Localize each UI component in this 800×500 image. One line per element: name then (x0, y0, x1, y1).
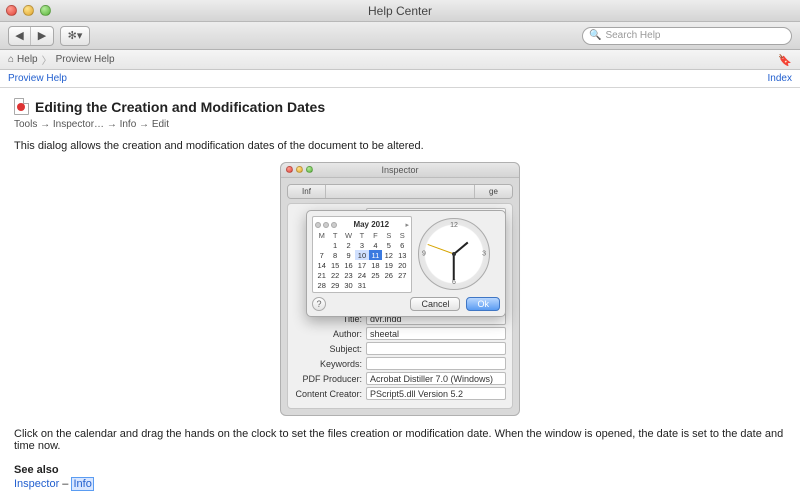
link-index[interactable]: Index (768, 73, 792, 84)
page-heading-text: Editing the Creation and Modification Da… (35, 99, 325, 115)
label-author: Author: (294, 329, 366, 339)
search-field[interactable]: 🔍 (582, 27, 792, 45)
calendar-next-icon[interactable]: ▸ (405, 221, 409, 229)
nav-buttons: ◀ ▶ (8, 26, 54, 46)
forward-button[interactable]: ▶ (31, 27, 53, 45)
app-icon (14, 98, 29, 115)
chevron-left-icon: ◀ (15, 29, 23, 42)
analog-clock[interactable]: 12 3 6 9 (418, 218, 490, 290)
bookmark-icon[interactable]: 🔖 (778, 54, 792, 67)
label-pdf-producer: PDF Producer: (294, 374, 366, 384)
see-also-heading: See also (14, 464, 786, 476)
page-heading: Editing the Creation and Modification Da… (14, 98, 786, 115)
toolbar: ◀ ▶ ✻▾ 🔍 (0, 22, 800, 50)
cancel-button[interactable]: Cancel (410, 297, 460, 311)
tab-image: ge (475, 185, 512, 198)
calendar[interactable]: May 2012 ▸ M T W T F (312, 216, 412, 293)
zoom-icon (306, 166, 313, 173)
link-inspector[interactable]: Inspector (14, 478, 59, 490)
calendar-month-label: May 2012 (353, 219, 389, 230)
tab-info: Inf (288, 185, 326, 198)
date-time-picker: May 2012 ▸ M T W T F (306, 210, 506, 317)
field-pdf-producer: Acrobat Distiller 7.0 (Windows) (366, 372, 506, 385)
clock-minute-hand[interactable] (453, 254, 455, 280)
search-icon: 🔍 (589, 30, 601, 41)
label-keywords: Keywords: (294, 359, 366, 369)
breadcrumb-item-proview[interactable]: Proview Help (56, 54, 115, 65)
content-area: Editing the Creation and Modification Da… (0, 88, 800, 500)
action-menu-button[interactable]: ✻▾ (60, 26, 90, 46)
ok-button[interactable]: Ok (466, 297, 500, 311)
page-linkbar: Proview Help Index (0, 70, 800, 88)
field-author[interactable]: sheetal (366, 327, 506, 340)
tab-hidden (326, 185, 475, 198)
caption-text: Click on the calendar and drag the hands… (14, 428, 786, 452)
label-subject: Subject: (294, 344, 366, 354)
inspector-panel: Origi. C. Mod. it it May 2012 ▸ (287, 203, 513, 409)
label-content-creator: Content Creator: (294, 389, 366, 399)
breadcrumb: ⌂ Help 〉 Proview Help 🔖 (0, 50, 800, 70)
window-title: Help Center (0, 4, 800, 18)
chevron-right-icon: ▶ (38, 29, 46, 42)
link-info[interactable]: Info (71, 477, 93, 491)
link-proview-help[interactable]: Proview Help (8, 73, 67, 84)
search-input[interactable] (605, 30, 785, 41)
breadcrumb-home-label: Help (17, 54, 38, 65)
inspector-tabbar: Inf ge (287, 184, 513, 199)
calendar-selected-day[interactable]: 11 (369, 250, 382, 260)
gear-icon: ✻▾ (68, 29, 83, 42)
close-icon (286, 166, 293, 173)
breadcrumb-home[interactable]: ⌂ Help (8, 54, 38, 65)
field-keywords[interactable]: . (366, 357, 506, 370)
calendar-grid[interactable]: M T W T F S S 123456 7891 (315, 230, 409, 290)
back-button[interactable]: ◀ (9, 27, 31, 45)
clock-second-hand[interactable] (428, 244, 455, 255)
inspector-date-rows: Origi. C. Mod. it it May 2012 ▸ (294, 208, 506, 308)
minimize-icon (296, 166, 303, 173)
help-button[interactable]: ? (312, 297, 326, 311)
field-subject[interactable]: . (366, 342, 506, 355)
home-icon: ⌂ (8, 54, 14, 65)
inspector-titlebar: Inspector (281, 163, 519, 178)
field-content-creator: PScript5.dll Version 5.2 (366, 387, 506, 400)
breadcrumb-separator-icon: 〉 (42, 52, 52, 67)
inspector-window-figure: Inspector Inf ge Origi. C. Mod. it it (280, 162, 520, 416)
see-also-section: See also Inspector – Info (14, 464, 786, 490)
inspector-title-text: Inspector (381, 165, 418, 175)
intro-text: This dialog allows the creation and modi… (14, 140, 786, 152)
menu-path: Tools → Inspector… → Info → Edit (14, 119, 786, 130)
window-titlebar: Help Center (0, 0, 800, 22)
